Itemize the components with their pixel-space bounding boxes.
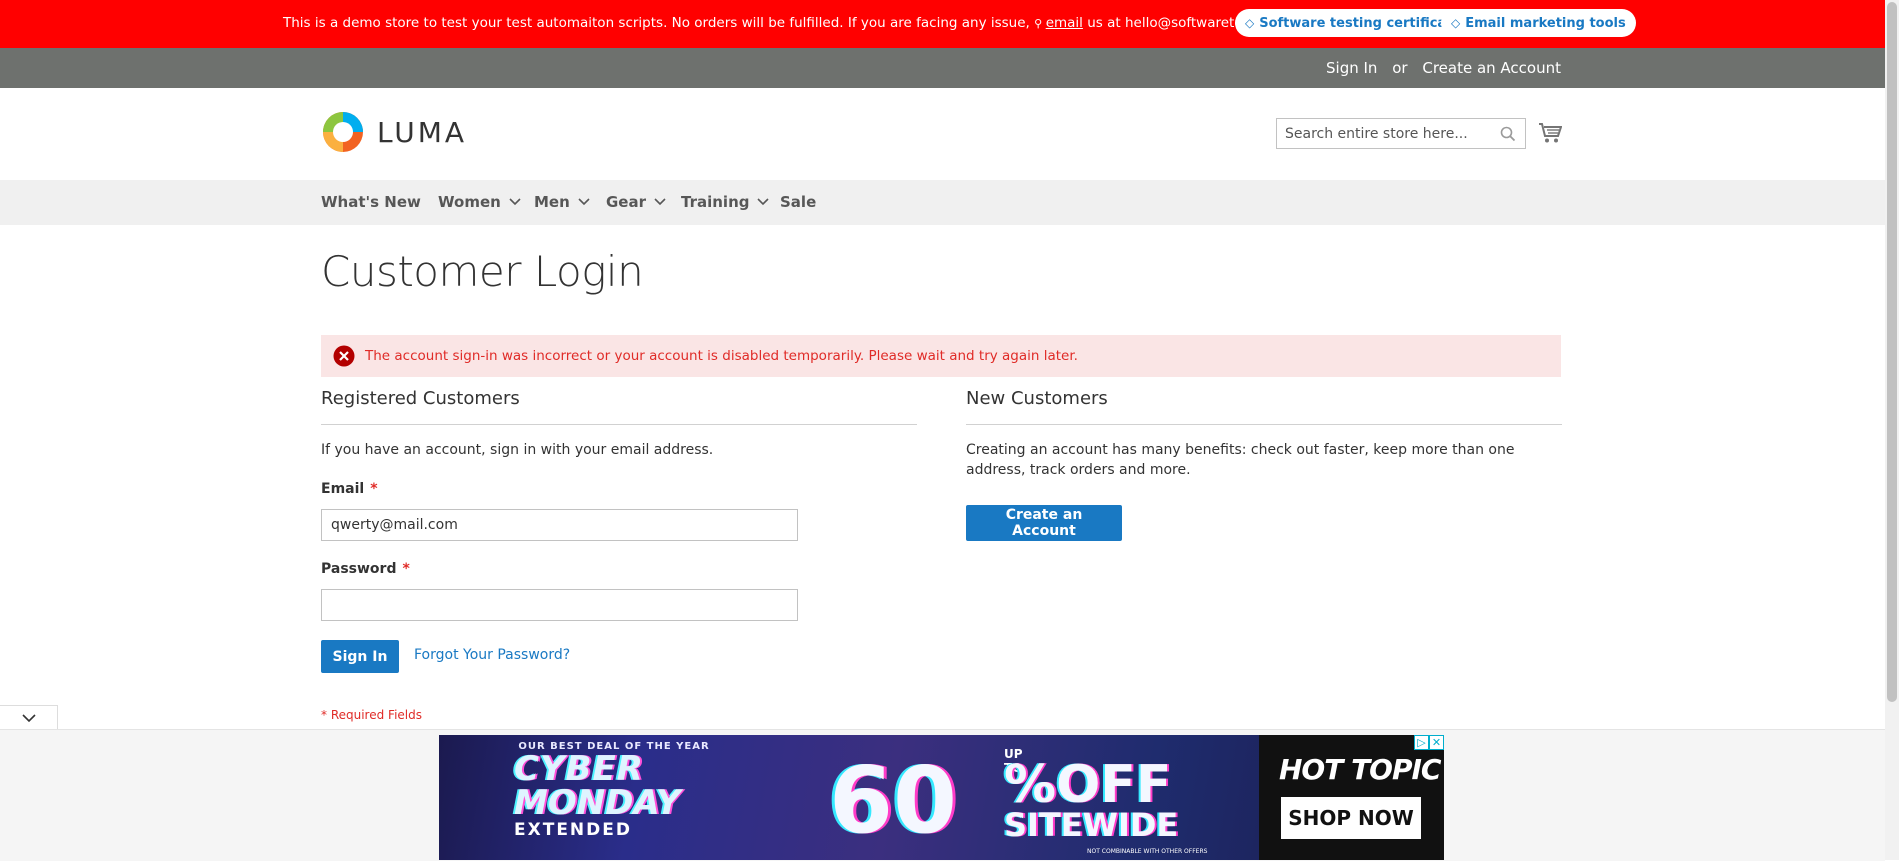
chevron-down-icon [578, 198, 590, 206]
luma-logo-icon [323, 112, 363, 152]
search-box [1276, 118, 1526, 149]
required-fields-note: * Required Fields [321, 708, 422, 722]
main-navigation: What's New Women Men Gear Training Sale [0, 180, 1885, 225]
password-label: Password * [321, 561, 410, 577]
tag-icon: ◇ [1245, 16, 1255, 30]
demo-store-banner: This is a demo store to test your test a… [0, 0, 1885, 48]
search-icon[interactable] [1500, 126, 1516, 142]
or-text: or [1392, 59, 1408, 77]
chevron-down-icon [654, 198, 666, 206]
nav-item-sale[interactable]: Sale [780, 193, 816, 211]
registered-customers-title: Registered Customers [321, 388, 917, 425]
page-title: Customer Login [321, 247, 644, 296]
chevron-down-icon [21, 713, 36, 722]
required-marker: * [402, 561, 410, 577]
ad-brand-logo: HOT TOPIC [1279, 753, 1441, 786]
sign-in-button[interactable]: Sign In [321, 640, 399, 673]
luma-logo[interactable]: LUMA [321, 110, 467, 154]
nav-item-men[interactable]: Men [534, 193, 590, 211]
error-message: The account sign-in was incorrect or you… [321, 335, 1561, 377]
nav-item-whats-new[interactable]: What's New [321, 193, 421, 211]
email-field[interactable] [321, 509, 798, 541]
ad-left-text: OUR BEST DEAL OF THE YEAR CYBER MONDAY E… [514, 741, 710, 840]
error-text: The account sign-in was incorrect or you… [365, 348, 1078, 364]
site-header: LUMA [0, 88, 1885, 180]
panel-header: Sign In or Create an Account [0, 48, 1885, 88]
tag-icon: ◇ [1451, 16, 1461, 30]
demo-notice-text: This is a demo store to test your test a… [283, 15, 1353, 31]
required-marker: * [370, 481, 378, 497]
new-customers-text: Creating an account has many benefits: c… [966, 442, 1515, 478]
adchoices-icon[interactable]: ▷ [1414, 735, 1429, 750]
advertisement-banner[interactable]: OUR BEST DEAL OF THE YEAR CYBER MONDAY E… [439, 735, 1444, 860]
create-account-link[interactable]: Create an Account [1422, 59, 1561, 77]
magnifier-icon: ⚲ [1034, 17, 1046, 30]
new-customers-title: New Customers [966, 388, 1562, 425]
scrollbar[interactable] [1885, 0, 1899, 860]
email-label: Email * [321, 481, 378, 497]
header-links: Sign In or Create an Account [1326, 59, 1561, 77]
chevron-down-icon [509, 198, 521, 206]
forgot-password-link[interactable]: Forgot Your Password? [414, 647, 570, 663]
email-marketing-tools-link[interactable]: ◇ Email marketing tools [1441, 9, 1636, 37]
error-icon [333, 345, 355, 367]
ad-controls: ▷ ✕ [1414, 735, 1444, 750]
password-field[interactable] [321, 589, 798, 621]
nav-item-gear[interactable]: Gear [606, 193, 666, 211]
sign-in-link[interactable]: Sign In [1326, 59, 1377, 77]
create-account-button[interactable]: Create an Account [966, 505, 1122, 541]
nav-item-training[interactable]: Training [681, 193, 770, 211]
registered-intro: If you have an account, sign in with you… [321, 442, 714, 458]
logo-text: LUMA [377, 115, 468, 149]
shop-now-button[interactable]: SHOP NOW [1281, 797, 1421, 839]
nav-item-women[interactable]: Women [438, 193, 521, 211]
collapse-ad-button[interactable] [0, 705, 58, 730]
chevron-down-icon [757, 198, 770, 206]
search-input[interactable] [1277, 119, 1503, 148]
ad-brand-panel: HOT TOPIC SHOP NOW [1259, 735, 1444, 860]
close-ad-icon[interactable]: ✕ [1429, 735, 1444, 750]
scrollbar-thumb[interactable] [1887, 2, 1897, 702]
cart-icon[interactable] [1538, 122, 1562, 144]
email-link[interactable]: email [1046, 15, 1083, 31]
